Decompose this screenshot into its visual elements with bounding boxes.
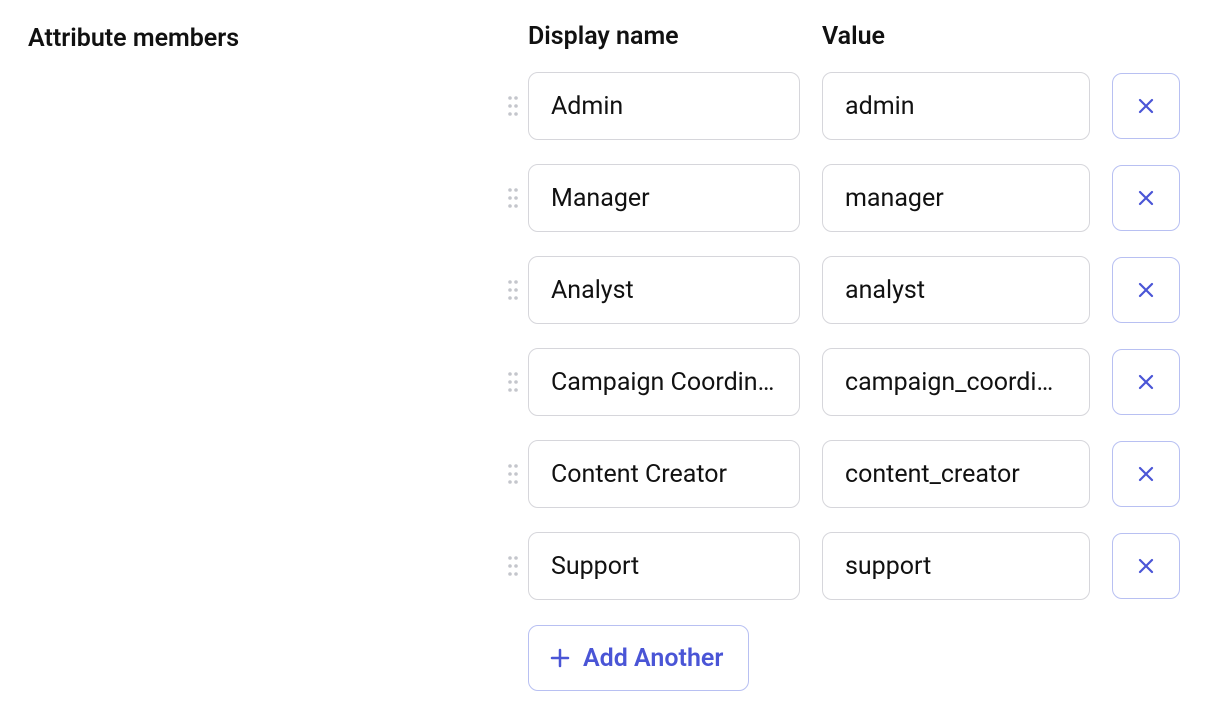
- display-name-input[interactable]: [528, 532, 800, 600]
- display-name-input[interactable]: [528, 348, 800, 416]
- value-input[interactable]: [822, 440, 1090, 508]
- drag-handle-icon[interactable]: [508, 187, 528, 209]
- members-rows: [508, 71, 1190, 601]
- value-input[interactable]: [822, 72, 1090, 140]
- close-icon: [1136, 280, 1156, 300]
- close-icon: [1136, 96, 1156, 116]
- drag-handle-icon[interactable]: [508, 95, 528, 117]
- close-icon: [1136, 188, 1156, 208]
- remove-button[interactable]: [1112, 349, 1180, 415]
- member-row: [508, 255, 1190, 325]
- column-headers: Display name Value: [508, 22, 1190, 51]
- value-input[interactable]: [822, 256, 1090, 324]
- remove-button[interactable]: [1112, 257, 1180, 323]
- drag-handle-icon[interactable]: [508, 555, 528, 577]
- remove-button[interactable]: [1112, 533, 1180, 599]
- attribute-members-section: Attribute members Display name Value: [28, 22, 1190, 691]
- close-icon: [1136, 372, 1156, 392]
- add-another-label: Add Another: [583, 644, 723, 673]
- remove-button[interactable]: [1112, 441, 1180, 507]
- value-input[interactable]: [822, 164, 1090, 232]
- drag-handle-icon[interactable]: [508, 463, 528, 485]
- value-input[interactable]: [822, 348, 1090, 416]
- display-name-header: Display name: [528, 22, 800, 51]
- close-icon: [1136, 556, 1156, 576]
- member-row: [508, 347, 1190, 417]
- members-fields-column: Display name Value: [508, 22, 1190, 691]
- member-row: [508, 531, 1190, 601]
- display-name-input[interactable]: [528, 256, 800, 324]
- remove-button[interactable]: [1112, 165, 1180, 231]
- drag-handle-icon[interactable]: [508, 279, 528, 301]
- display-name-input[interactable]: [528, 440, 800, 508]
- member-row: [508, 439, 1190, 509]
- value-header: Value: [822, 22, 1090, 51]
- value-input[interactable]: [822, 532, 1090, 600]
- display-name-input[interactable]: [528, 72, 800, 140]
- remove-button[interactable]: [1112, 73, 1180, 139]
- member-row: [508, 71, 1190, 141]
- member-row: [508, 163, 1190, 233]
- plus-icon: [549, 647, 571, 669]
- section-title: Attribute members: [28, 22, 508, 53]
- section-label-column: Attribute members: [28, 22, 508, 53]
- drag-handle-icon[interactable]: [508, 371, 528, 393]
- add-another-button[interactable]: Add Another: [528, 625, 749, 691]
- display-name-input[interactable]: [528, 164, 800, 232]
- close-icon: [1136, 464, 1156, 484]
